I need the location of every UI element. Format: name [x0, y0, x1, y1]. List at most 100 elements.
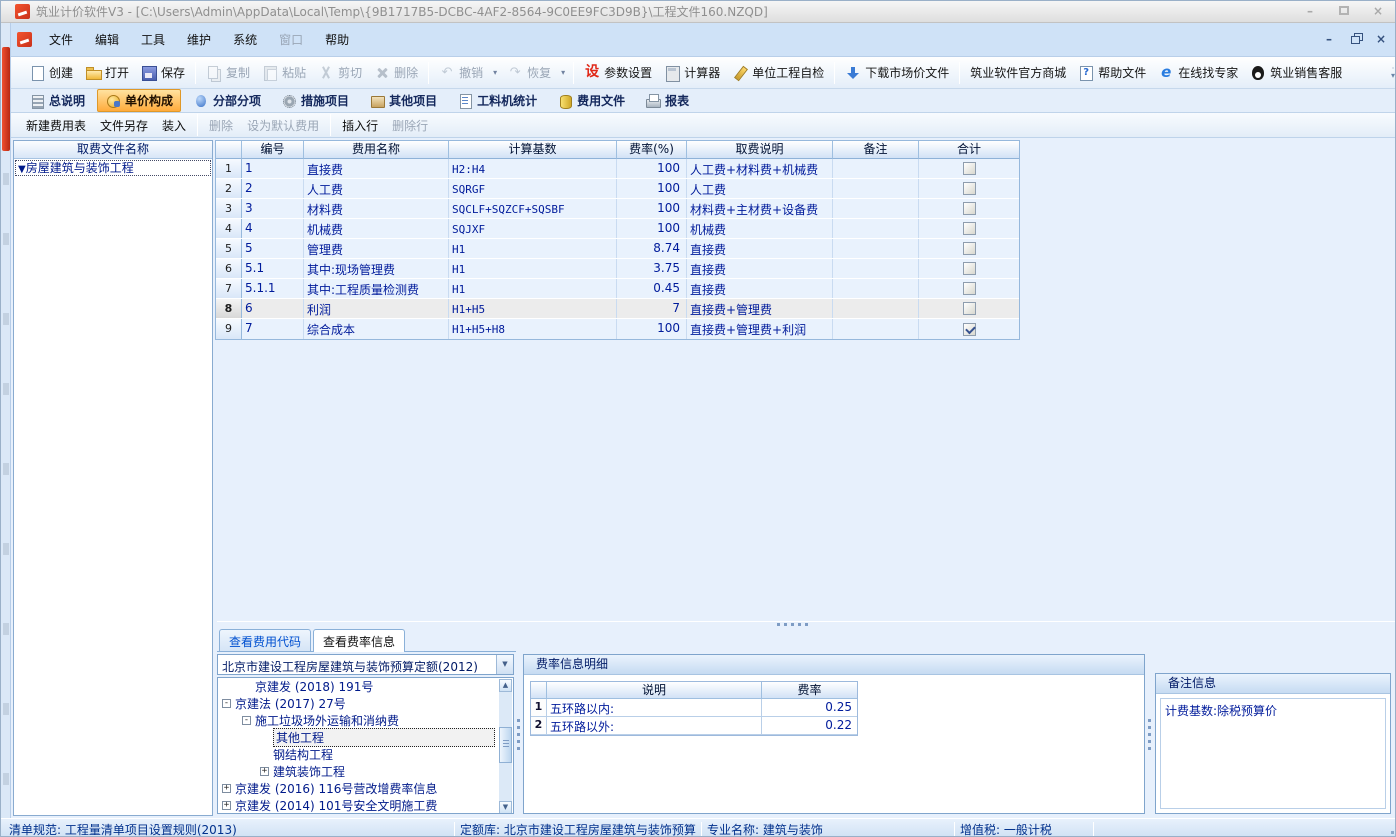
- note-content[interactable]: 计费基数:除税预算价: [1160, 698, 1386, 809]
- desc-cell[interactable]: 直接费: [687, 279, 833, 298]
- paste-button[interactable]: 粘贴: [256, 62, 312, 83]
- vertical-splitter-grip[interactable]: [517, 719, 520, 750]
- desc-cell[interactable]: 直接费: [687, 259, 833, 278]
- tree-expand-icon[interactable]: +: [222, 784, 231, 793]
- sales-service-button[interactable]: 筑业销售客服: [1244, 62, 1348, 83]
- splitter-grip[interactable]: [777, 623, 808, 626]
- delete-fee-button[interactable]: 删除: [202, 114, 240, 137]
- total-checkbox[interactable]: [963, 242, 976, 255]
- row-number[interactable]: 2: [216, 179, 242, 198]
- vertical-splitter-grip[interactable]: [1148, 719, 1151, 750]
- menu-help[interactable]: 帮助: [314, 27, 360, 52]
- name-cell[interactable]: 利润: [304, 299, 449, 318]
- tab-other-items[interactable]: 其他项目: [361, 89, 445, 112]
- minimize-button[interactable]: –: [1301, 4, 1319, 18]
- tree-item[interactable]: +建筑装饰工程: [218, 763, 513, 780]
- tree-item-selected[interactable]: 其他工程: [218, 729, 513, 746]
- base-cell[interactable]: H1+H5+H8: [449, 319, 617, 339]
- resize-grip[interactable]: [1391, 831, 1394, 834]
- tree-expand-icon[interactable]: +: [222, 801, 231, 810]
- undo-dropdown-arrow[interactable]: ▾: [489, 66, 501, 79]
- undo-button[interactable]: ↶撤销: [433, 62, 489, 83]
- note-cell[interactable]: [833, 299, 919, 318]
- tree-item[interactable]: -施工垃圾场外运输和消纳费: [218, 712, 513, 729]
- code-cell[interactable]: 5.1.1: [242, 279, 304, 298]
- name-cell[interactable]: 管理费: [304, 239, 449, 258]
- save-button[interactable]: 保存: [135, 62, 191, 83]
- rate-cell[interactable]: 3.75: [617, 259, 687, 278]
- code-cell[interactable]: 5.1: [242, 259, 304, 278]
- menu-file[interactable]: 文件: [38, 27, 84, 52]
- tree-item[interactable]: 京建发 (2018) 191号: [218, 678, 513, 695]
- rate-cell[interactable]: 100: [617, 219, 687, 238]
- docked-panel-strip[interactable]: [1, 23, 11, 818]
- tree-item[interactable]: +京建发 (2014) 101号安全文明施工费: [218, 797, 513, 814]
- tree-expand-icon[interactable]: +: [260, 767, 269, 776]
- rate-cell[interactable]: 100: [617, 179, 687, 198]
- rate-desc-cell[interactable]: 五环路以外:: [547, 717, 762, 735]
- tab-view-fee-codes[interactable]: 查看费用代码: [219, 629, 311, 652]
- tree-collapse-icon[interactable]: -: [222, 699, 231, 708]
- desc-cell[interactable]: 直接费+管理费+利润: [687, 319, 833, 339]
- parameter-settings-button[interactable]: 设参数设置: [578, 62, 658, 83]
- redo-dropdown-arrow[interactable]: ▾: [557, 66, 569, 79]
- tab-measure-items[interactable]: 措施项目: [273, 89, 357, 112]
- create-button[interactable]: 创建: [23, 62, 79, 83]
- rate-cell[interactable]: 7: [617, 299, 687, 318]
- menu-tools[interactable]: 工具: [130, 27, 176, 52]
- desc-cell[interactable]: 直接费: [687, 239, 833, 258]
- row-number[interactable]: 6: [216, 259, 242, 278]
- row-number[interactable]: 9: [216, 319, 242, 339]
- download-market-price-button[interactable]: 下载市场价文件: [839, 62, 955, 83]
- menu-system[interactable]: 系统: [222, 27, 268, 52]
- base-cell[interactable]: H1: [449, 239, 617, 258]
- desc-cell[interactable]: 材料费+主材费+设备费: [687, 199, 833, 218]
- rate-cell[interactable]: 0.45: [617, 279, 687, 298]
- name-cell[interactable]: 其中:工程质量检测费: [304, 279, 449, 298]
- tab-fee-file[interactable]: 费用文件: [549, 89, 633, 112]
- name-cell[interactable]: 机械费: [304, 219, 449, 238]
- rate-value-cell[interactable]: 0.25: [762, 699, 857, 717]
- chevron-down-icon[interactable]: ▼: [496, 655, 513, 674]
- menu-maintain[interactable]: 维护: [176, 27, 222, 52]
- desc-cell[interactable]: 机械费: [687, 219, 833, 238]
- online-expert-button[interactable]: e在线找专家: [1152, 62, 1244, 83]
- close-button[interactable]: ×: [1369, 4, 1387, 18]
- delete-row-button[interactable]: 删除行: [385, 114, 435, 137]
- official-mall-button[interactable]: 筑业软件官方商城: [964, 62, 1072, 83]
- code-cell[interactable]: 6: [242, 299, 304, 318]
- row-number[interactable]: 3: [216, 199, 242, 218]
- note-cell[interactable]: [833, 179, 919, 198]
- desc-cell[interactable]: 人工费+材料费+机械费: [687, 159, 833, 178]
- maximize-button[interactable]: [1335, 4, 1353, 18]
- name-cell[interactable]: 材料费: [304, 199, 449, 218]
- base-cell[interactable]: SQCLF+SQZCF+SQSBF: [449, 199, 617, 218]
- tab-subsection-items[interactable]: 分部分项: [185, 89, 269, 112]
- note-cell[interactable]: [833, 319, 919, 339]
- note-cell[interactable]: [833, 219, 919, 238]
- total-checkbox[interactable]: [963, 162, 976, 175]
- set-default-fee-button[interactable]: 设为默认费用: [240, 114, 326, 137]
- total-checkbox-checked[interactable]: [963, 323, 976, 336]
- rate-value-cell[interactable]: 0.22: [762, 717, 857, 735]
- rate-cell[interactable]: 100: [617, 199, 687, 218]
- note-cell[interactable]: [833, 159, 919, 178]
- code-cell[interactable]: 2: [242, 179, 304, 198]
- self-check-button[interactable]: 单位工程自检: [726, 62, 830, 83]
- mdi-restore-button[interactable]: [1347, 32, 1363, 47]
- tab-general-notes[interactable]: 总说明: [21, 89, 93, 112]
- row-number[interactable]: 1: [216, 159, 242, 178]
- tree-item[interactable]: -京建法 (2017) 27号: [218, 695, 513, 712]
- total-checkbox[interactable]: [963, 222, 976, 235]
- name-cell[interactable]: 其中:现场管理费: [304, 259, 449, 278]
- mdi-close-button[interactable]: ×: [1373, 32, 1389, 47]
- scroll-down-icon[interactable]: ▼: [499, 801, 512, 814]
- quota-library-select[interactable]: 北京市建设工程房屋建筑与装饰预算定额(2012) ▼: [217, 654, 514, 675]
- name-cell[interactable]: 人工费: [304, 179, 449, 198]
- base-cell[interactable]: H2:H4: [449, 159, 617, 178]
- scrollbar-thumb[interactable]: [499, 727, 512, 763]
- tree-item[interactable]: 钢结构工程: [218, 746, 513, 763]
- base-cell[interactable]: H1+H5: [449, 299, 617, 318]
- rate-cell[interactable]: 100: [617, 159, 687, 178]
- rate-desc-cell[interactable]: 五环路以内:: [547, 699, 762, 717]
